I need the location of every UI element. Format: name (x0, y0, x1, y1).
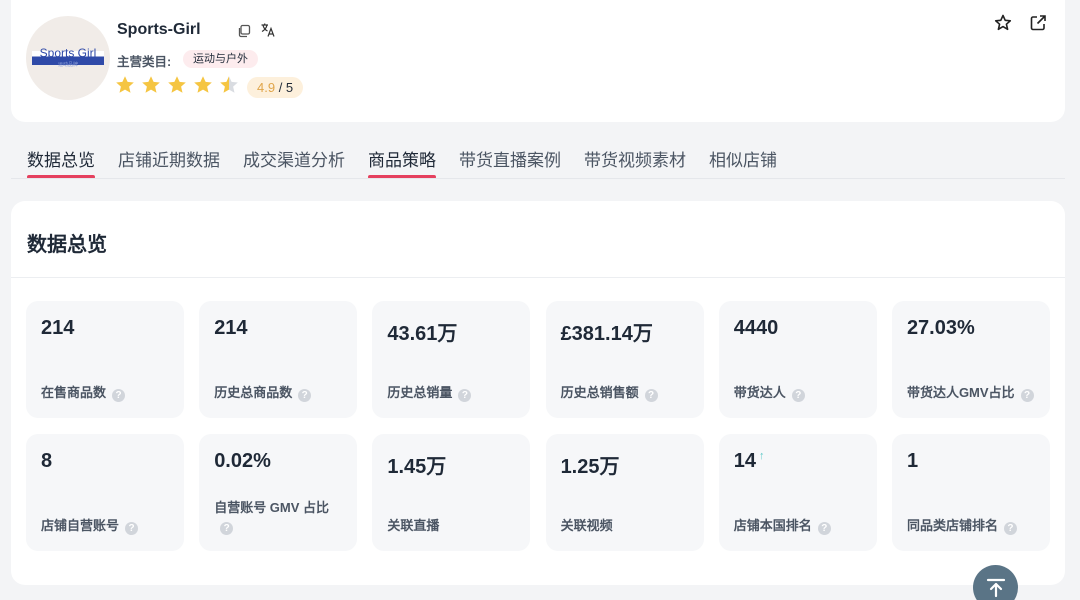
stat-label-text: 在售商品数 (41, 385, 107, 400)
tab-similar-shops[interactable]: 相似店铺 (709, 146, 777, 179)
stat-value: 1 (906, 450, 919, 472)
shop-avatar[interactable]: Sports Girl 运动品牌 (26, 16, 110, 100)
stat-label: 历史总销售额? (561, 384, 693, 402)
tab-live-cases[interactable]: 带货直播案例 (459, 146, 561, 179)
stat-value: 4440 (733, 317, 779, 339)
tab-divider (11, 178, 1065, 179)
question-circle-icon[interactable]: ? (1020, 389, 1034, 402)
stat-card: 4440 带货达人? (718, 301, 877, 418)
stat-card: 43.61万历史总销量? (372, 301, 531, 418)
stat-card: 214 历史总商品数? (199, 301, 358, 418)
rating-score: 4.9 (257, 80, 276, 95)
category-label: 主营类目: (117, 55, 172, 69)
stat-value: 43.61万 (387, 323, 458, 345)
question-circle-icon[interactable]: ? (1003, 522, 1017, 535)
tab-video-materials[interactable]: 带货视频素材 (584, 146, 686, 179)
stat-label: 关联视频 (561, 517, 693, 535)
category-tag[interactable]: 运动与户外 (183, 50, 258, 68)
stat-card: 27.03% 带货达人GMV占比? (891, 301, 1050, 418)
star-outline-icon[interactable] (993, 13, 1013, 33)
stat-value: 1.45万 (387, 456, 447, 478)
stat-label: 在售商品数? (41, 384, 173, 402)
stat-label: 带货达人? (734, 384, 866, 402)
star-icon (142, 76, 160, 93)
shop-logo: Sports Girl 运动品牌 (32, 46, 104, 68)
stat-label-text: 关联直播 (387, 518, 440, 533)
question-circle-icon[interactable]: ? (112, 389, 126, 402)
stat-label-text: 关联视频 (560, 518, 613, 533)
rating-badge: 4.9 / 5 (247, 77, 304, 98)
stat-label-text: 带货达人 (733, 385, 786, 400)
stat-label: 历史总商品数? (214, 384, 346, 402)
stat-card: 1 同品类店铺排名? (891, 434, 1050, 551)
tab-product-strategy[interactable]: 商品策略 (368, 146, 436, 179)
copy-icon[interactable] (237, 24, 251, 38)
stat-card: 8 店铺自营账号? (26, 434, 184, 551)
stat-label-text: 店铺本国排名 (733, 518, 812, 533)
star-icon (194, 76, 212, 93)
tab-channel-analysis[interactable]: 成交渠道分析 (243, 146, 345, 179)
stat-card: 214 在售商品数? (26, 301, 184, 418)
stat-label-text: 同品类店铺排名 (906, 518, 998, 533)
question-circle-icon[interactable]: ? (125, 522, 139, 535)
stat-label-text: 历史总销售额 (560, 385, 639, 400)
stat-value: £381.14万 (560, 323, 653, 345)
tab-recent-data[interactable]: 店铺近期数据 (118, 146, 220, 179)
stat-value: 0.02% (214, 450, 271, 472)
star-icon (220, 76, 238, 93)
section-divider (11, 277, 1065, 278)
star-icon (168, 76, 186, 93)
stat-card: 14 ↑ 店铺本国排名? (718, 434, 877, 551)
tab-overview[interactable]: 数据总览 (27, 146, 95, 179)
question-circle-icon[interactable]: ? (220, 522, 234, 535)
rating-max: / 5 (275, 80, 294, 95)
star-icon (116, 76, 134, 93)
stat-card: 0.02% 自营账号 GMV 占比? (199, 434, 358, 551)
stat-label-text: 店铺自营账号 (41, 518, 120, 533)
stat-value: 1.25万 (560, 456, 620, 478)
stat-label: 关联直播 (387, 517, 519, 535)
stat-value: 27.03% (906, 317, 975, 339)
trend-up-icon: ↑ (759, 450, 765, 462)
shop-header-card: Sports Girl 运动品牌 Sports-Girl 主营类目: 运动与户外… (11, 0, 1065, 122)
stat-value: 8 (41, 450, 53, 472)
arrow-up-icon (986, 578, 1005, 597)
stat-label-text: 历史总商品数 (214, 385, 293, 400)
shop-name: Sports-Girl (117, 21, 201, 38)
stat-value: 214 (41, 317, 75, 339)
question-circle-icon[interactable]: ? (298, 389, 312, 402)
question-circle-icon[interactable]: ? (791, 389, 805, 402)
stat-label-text: 自营账号 GMV 占比 (214, 500, 330, 515)
question-circle-icon[interactable]: ? (644, 389, 658, 402)
overview-card: 数据总览 214 在售商品数? 214 历史总商品数? 43.61万 历史总销量? £381… (11, 201, 1065, 585)
stat-label: 自营账号 GMV 占比? (214, 499, 346, 535)
stat-value: 214 (214, 317, 248, 339)
stat-label: 店铺自营账号? (41, 517, 173, 535)
stat-label: 带货达人GMV占比? (907, 384, 1039, 402)
stat-label: 店铺本国排名? (734, 517, 866, 535)
stat-label: 同品类店铺排名? (907, 517, 1039, 535)
stat-label-text: 历史总销量 (387, 385, 453, 400)
question-circle-icon[interactable]: ? (458, 389, 472, 402)
stat-label-text: 带货达人GMV占比 (906, 385, 1015, 400)
question-circle-icon[interactable]: ? (817, 522, 831, 535)
stat-grid: 214 在售商品数? 214 历史总商品数? 43.61万 历史总销量? £381.14万历… (26, 301, 1050, 551)
stat-card: 1.45万关联直播 (372, 434, 531, 551)
stat-card: £381.14万历史总销售额? (545, 301, 704, 418)
stat-card: 1.25万关联视频 (545, 434, 704, 551)
section-title: 数据总览 (27, 234, 107, 256)
stat-label: 历史总销量? (387, 384, 519, 402)
external-link-icon[interactable] (1028, 13, 1048, 33)
rating-stars (115, 75, 239, 95)
stat-value: 14 ↑ (733, 450, 765, 472)
translate-icon[interactable] (260, 22, 276, 38)
tab-bar: 数据总览 店铺近期数据 成交渠道分析 商品策略 带货直播案例 带货视频素材 相似… (27, 146, 800, 179)
